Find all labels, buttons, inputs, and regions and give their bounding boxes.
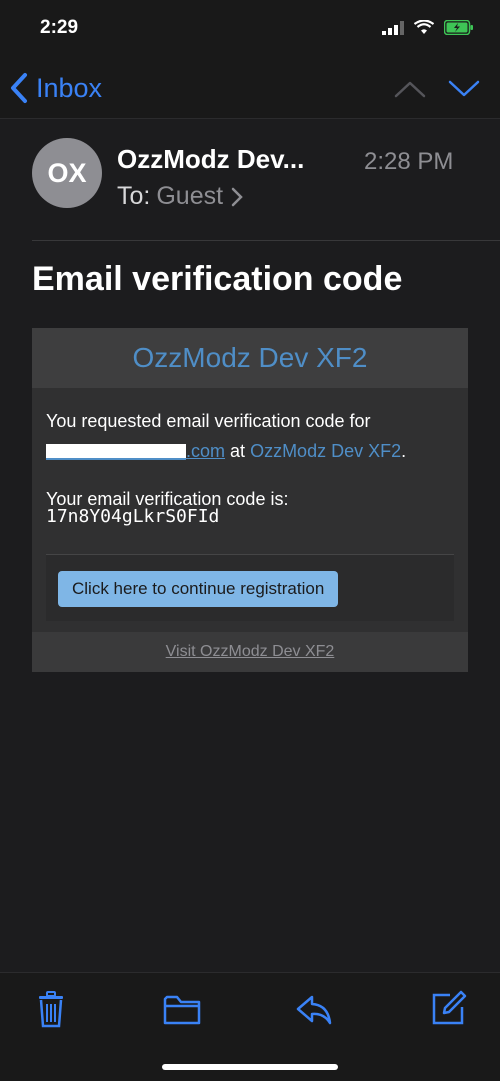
back-button[interactable]: Inbox <box>8 68 102 108</box>
reply-icon[interactable] <box>294 989 334 1029</box>
compose-icon[interactable] <box>428 989 468 1029</box>
to-label: To: <box>117 182 151 210</box>
visit-site-link[interactable]: Visit OzzModz Dev XF2 <box>166 643 335 661</box>
at-text: at <box>230 441 246 461</box>
home-indicator <box>162 1064 338 1070</box>
redacted-email <box>46 444 186 461</box>
header-divider <box>32 240 500 241</box>
button-row: Click here to continue registration <box>46 554 454 621</box>
email-link[interactable]: .com <box>186 441 225 461</box>
sender-name[interactable]: OzzModz Dev... <box>117 144 304 175</box>
continue-registration-button[interactable]: Click here to continue registration <box>58 571 339 607</box>
recipient-name: Guest <box>156 182 224 210</box>
chevron-up-icon[interactable] <box>392 74 428 104</box>
site-link[interactable]: OzzModz Dev XF2 <box>250 441 401 461</box>
battery-icon <box>444 20 473 35</box>
verification-code: 17n8Y04gLkrS0FId <box>46 506 220 527</box>
period: . <box>401 441 407 461</box>
card-footer: Visit OzzModz Dev XF2 <box>32 632 468 672</box>
card-title: OzzModz Dev XF2 <box>32 328 468 388</box>
chevron-down-icon[interactable] <box>446 74 482 104</box>
chevron-right-icon <box>231 187 243 206</box>
signal-icon <box>382 20 404 35</box>
status-time: 2:29 <box>40 17 79 38</box>
nav-bar: Inbox <box>0 60 500 119</box>
received-time: 2:28 PM <box>364 148 454 175</box>
email-card: OzzModz Dev XF2 You requested email veri… <box>32 328 468 672</box>
card-body: You requested email verification code fo… <box>46 406 456 514</box>
trash-icon[interactable] <box>31 989 71 1029</box>
request-email-line: .com at OzzModz Dev XF2. <box>46 436 456 466</box>
back-label: Inbox <box>36 72 103 103</box>
chevron-left-icon <box>11 73 27 103</box>
status-icons <box>382 20 474 35</box>
status-bar: 2:29 <box>0 0 500 60</box>
wifi-icon <box>414 20 434 34</box>
avatar[interactable]: OX <box>32 138 102 208</box>
recipient-row[interactable]: To: Guest <box>117 182 243 211</box>
email-subject: Email verification code <box>32 260 403 298</box>
request-text: You requested email verification code fo… <box>46 411 371 431</box>
folder-icon[interactable] <box>162 989 202 1029</box>
